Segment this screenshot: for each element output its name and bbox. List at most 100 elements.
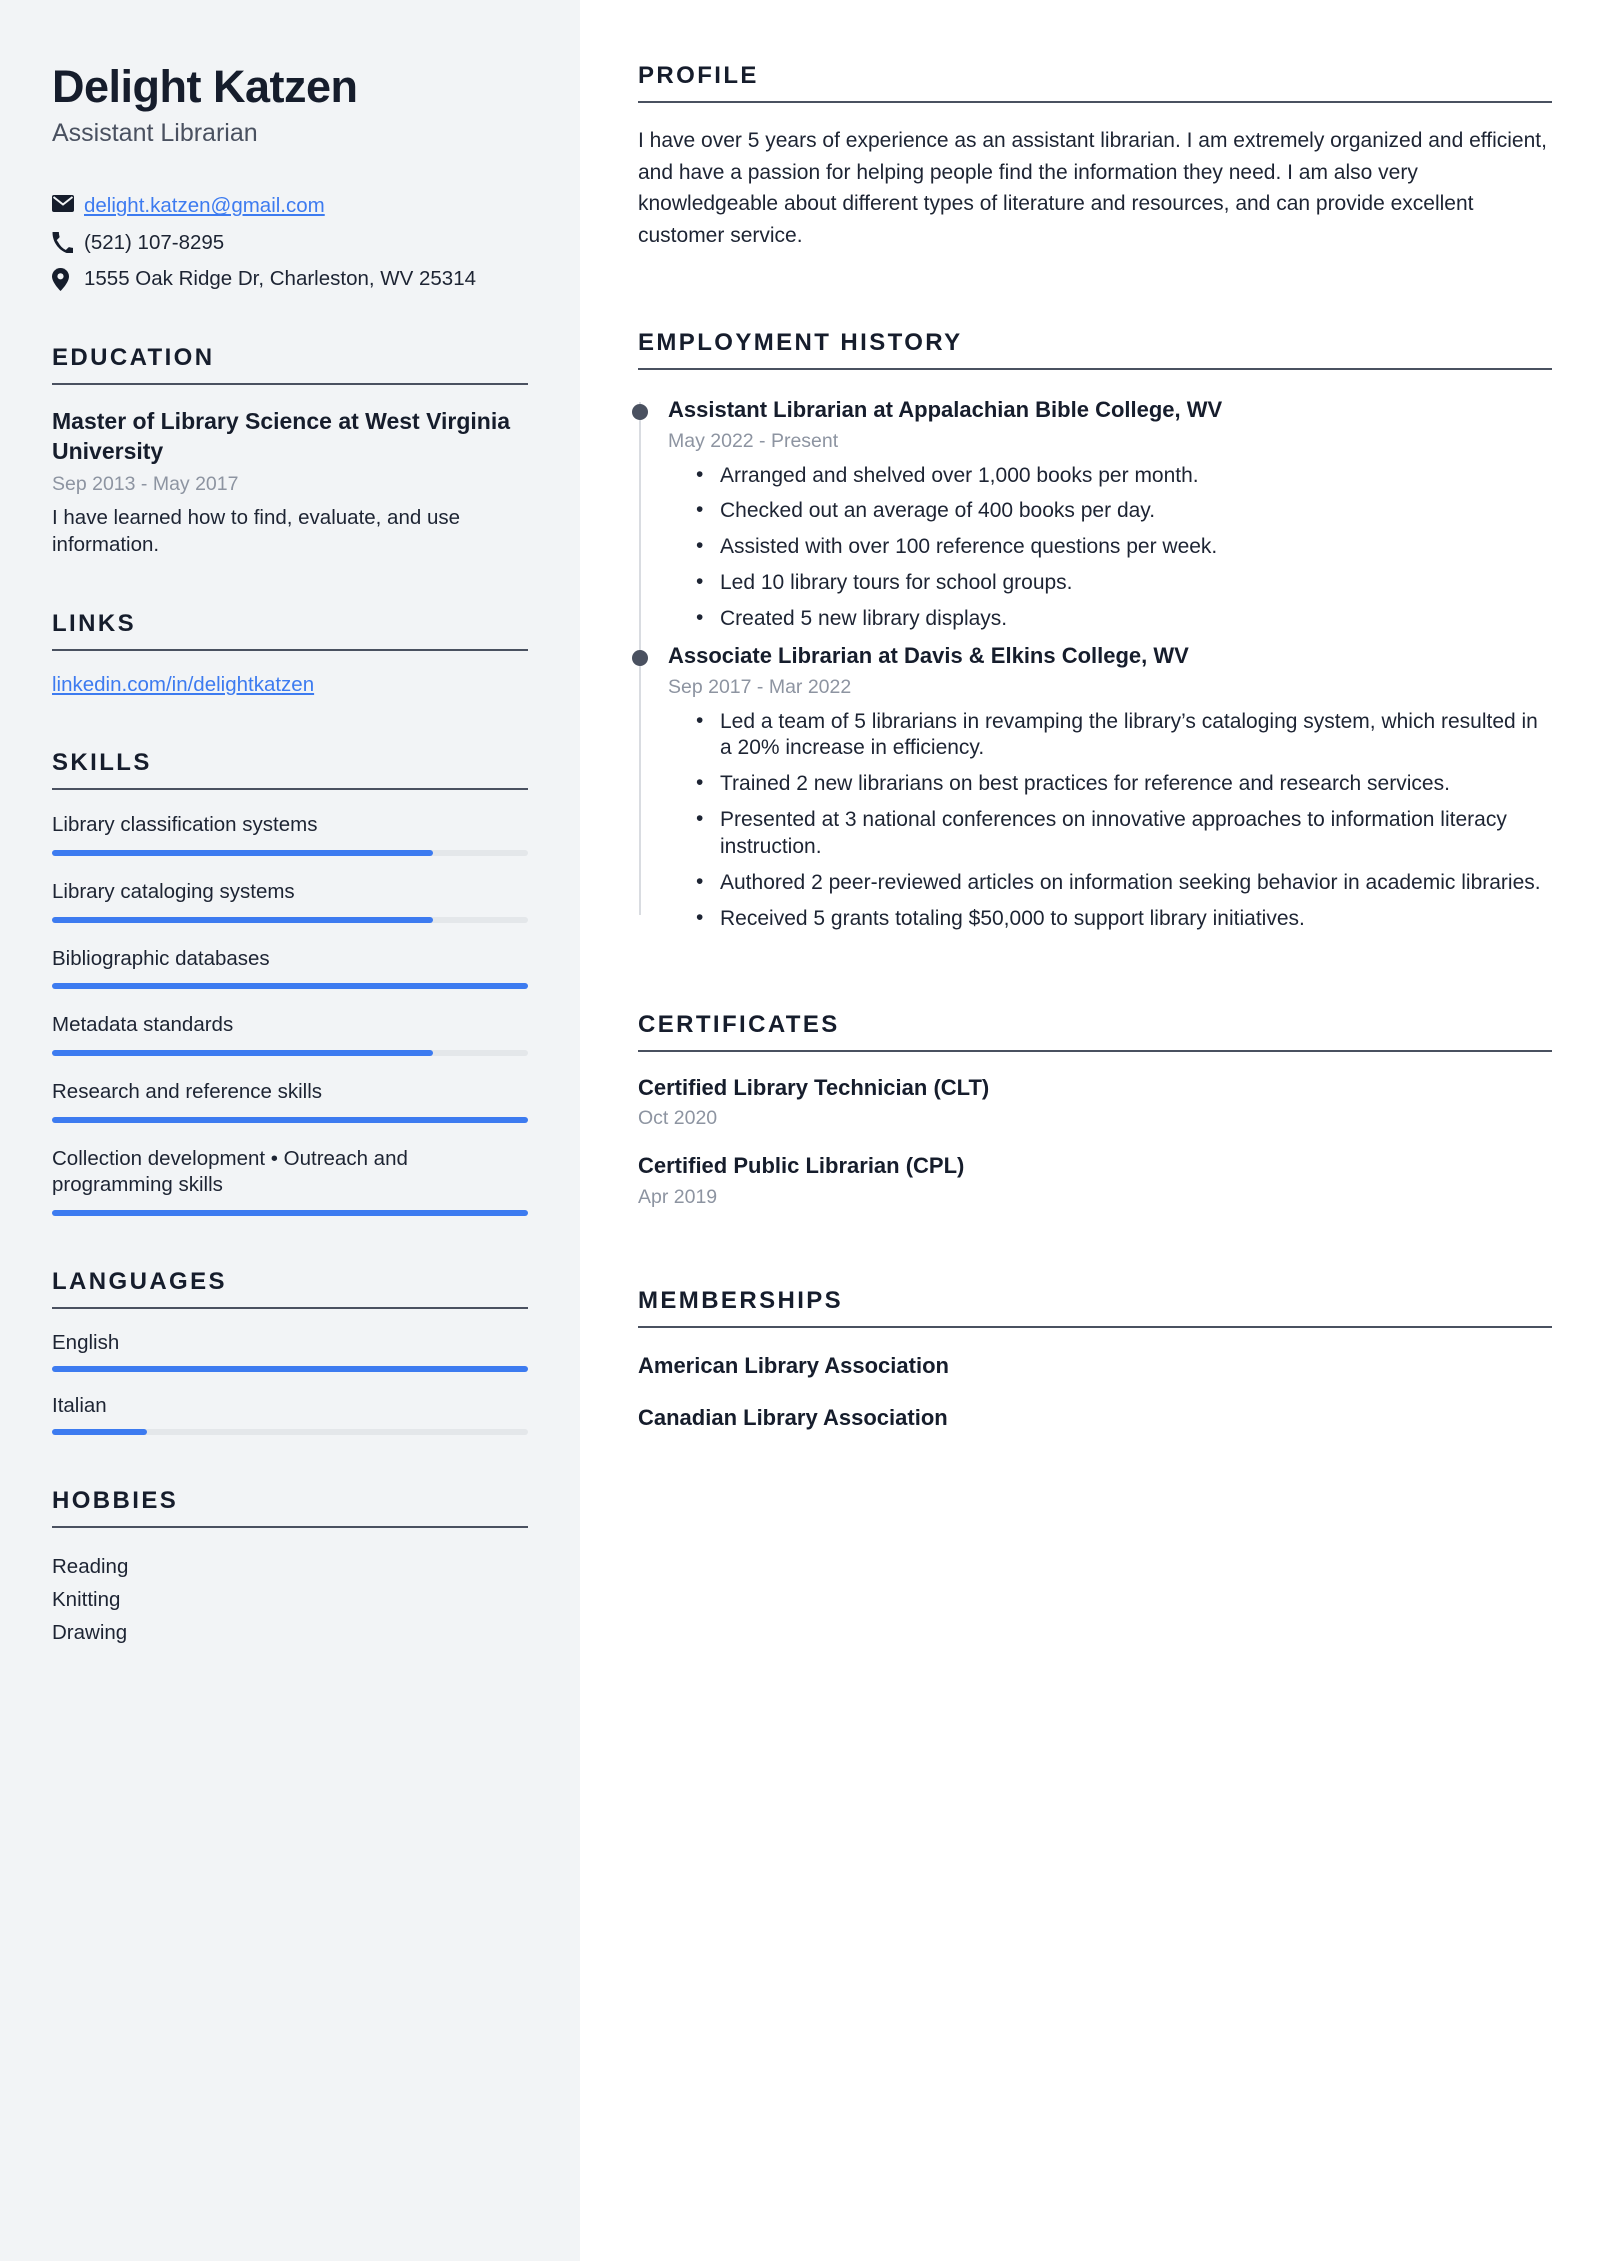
language-label: English	[52, 1330, 120, 1354]
skill-level-track	[52, 850, 528, 857]
links-section: LINKS linkedin.com/in/delightkatzen	[52, 610, 528, 697]
education-item: Master of Library Science at West Virgin…	[52, 407, 528, 558]
languages-divider	[52, 1306, 528, 1309]
skill-level-fill	[52, 1209, 528, 1216]
membership-item: Canadian Library Association	[638, 1405, 948, 1431]
employment-bullet: Assisted with over 100 reference questio…	[696, 533, 1552, 561]
skill-level-fill	[52, 983, 528, 990]
email-link[interactable]: delight.katzen@gmail.com	[84, 194, 325, 217]
memberships-heading: MEMBERSHIPS	[638, 1286, 844, 1314]
skill-label: Research and reference skills	[52, 1079, 323, 1103]
contact-email-row: delight.katzen@gmail.com	[52, 192, 528, 219]
skill-label: Bibliographic databases	[52, 946, 270, 970]
education-divider	[52, 383, 528, 386]
certificate-item: Certified Public Librarian (CPL) Apr 201…	[638, 1152, 1552, 1209]
skill-label: Library classification systems	[52, 813, 318, 837]
candidate-job-title: Assistant Librarian	[52, 119, 258, 148]
contact-address-value: 1555 Oak Ridge Dr, Charleston, WV 25314	[84, 266, 476, 290]
profile-text: I have over 5 years of experience as an …	[638, 129, 1547, 247]
skill-level-track	[52, 1049, 528, 1056]
skill-item: Collection development • Outreach and pr…	[52, 1146, 528, 1216]
certificates-section: CERTIFICATES Certified Library Technicia…	[638, 1011, 1552, 1209]
certificates-heading: CERTIFICATES	[638, 1010, 840, 1038]
language-level-fill	[52, 1428, 148, 1435]
membership-item: American Library Association	[638, 1352, 949, 1378]
employment-bullet: Authored 2 peer-reviewed articles on inf…	[696, 869, 1552, 897]
language-item: Italian	[52, 1394, 528, 1435]
language-level-fill	[52, 1365, 528, 1372]
employment-bullet: Received 5 grants totaling $50,000 to su…	[696, 905, 1552, 933]
link-item-linkedin[interactable]: linkedin.com/in/delightkatzen	[52, 673, 314, 697]
education-date: Sep 2013 - May 2017	[52, 472, 239, 495]
education-description: I have learned how to find, evaluate, an…	[52, 505, 461, 557]
links-heading: LINKS	[52, 610, 136, 638]
hobby-item: Drawing	[52, 1621, 128, 1645]
profile-divider	[638, 101, 1552, 103]
skill-item: Library cataloging systems	[52, 879, 528, 923]
skills-divider	[52, 788, 528, 791]
employment-heading: EMPLOYMENT HISTORY	[638, 329, 963, 356]
language-item: English	[52, 1331, 528, 1372]
main-column: PROFILE I have over 5 years of experienc…	[580, 0, 1600, 2261]
skill-level-fill	[52, 916, 433, 923]
skill-label: Collection development • Outreach and pr…	[52, 1146, 408, 1197]
envelope-icon	[52, 192, 84, 213]
employment-bullet: Arranged and shelved over 1,000 books pe…	[696, 462, 1552, 490]
map-pin-icon	[52, 265, 84, 291]
language-label: Italian	[52, 1393, 107, 1417]
skill-label: Metadata standards	[52, 1013, 234, 1037]
employment-bullet: Led 10 library tours for school groups.	[696, 569, 1552, 597]
contact-address-row: 1555 Oak Ridge Dr, Charleston, WV 25314	[52, 265, 528, 292]
employment-bullet: Trained 2 new librarians on best practic…	[696, 770, 1552, 798]
skill-level-fill	[52, 1116, 528, 1123]
employment-bullet: Led a team of 5 librarians in revamping …	[696, 708, 1552, 763]
skill-item: Metadata standards	[52, 1012, 528, 1056]
contact-email-value: delight.katzen@gmail.com	[84, 192, 528, 219]
skills-heading: SKILLS	[52, 749, 152, 777]
skill-level-track	[52, 1116, 528, 1123]
skill-level-track	[52, 916, 528, 923]
languages-section: LANGUAGES English Italian	[52, 1268, 528, 1435]
employment-bullet-list: Arranged and shelved over 1,000 books pe…	[668, 462, 1552, 633]
certificate-date: Oct 2020	[638, 1107, 718, 1130]
certificate-title: Certified Library Technician (CLT)	[638, 1074, 990, 1100]
contact-block: delight.katzen@gmail.com (521) 107-8295 …	[52, 192, 528, 292]
timeline-dot-icon	[632, 649, 648, 666]
employment-bullet-list: Led a team of 5 librarians in revamping …	[668, 708, 1552, 933]
language-level-track	[52, 1428, 528, 1435]
education-heading: EDUCATION	[52, 344, 215, 372]
contact-phone-row: (521) 107-8295	[52, 229, 528, 256]
certificate-date: Apr 2019	[638, 1185, 718, 1208]
employment-bullet: Created 5 new library displays.	[696, 605, 1552, 633]
skill-item: Research and reference skills	[52, 1079, 528, 1123]
phone-icon	[52, 229, 84, 253]
certificates-divider	[638, 1049, 1552, 1052]
candidate-name: Delight Katzen	[52, 61, 358, 112]
links-divider	[52, 649, 528, 652]
employment-bullet: Presented at 3 national conferences on i…	[696, 806, 1552, 861]
skill-level-fill	[52, 1049, 433, 1056]
employment-title: Assistant Librarian at Appalachian Bible…	[668, 397, 1223, 422]
contact-phone-value: (521) 107-8295	[84, 230, 225, 254]
employment-section: EMPLOYMENT HISTORY Assistant Librarian a…	[632, 329, 1552, 933]
hobbies-section: HOBBIES Reading Knitting Drawing	[52, 1487, 528, 1650]
profile-section: PROFILE I have over 5 years of experienc…	[638, 62, 1552, 251]
memberships-divider	[638, 1325, 1552, 1328]
timeline-dot-icon	[632, 404, 648, 420]
employment-divider	[638, 368, 1552, 370]
employment-timeline: Assistant Librarian at Appalachian Bible…	[632, 396, 1552, 933]
resume-page: Delight Katzen Assistant Librarian delig…	[0, 0, 1600, 2261]
skill-label: Library cataloging systems	[52, 880, 295, 904]
skill-item: Bibliographic databases	[52, 946, 528, 990]
certificate-item: Certified Library Technician (CLT) Oct 2…	[638, 1074, 1552, 1131]
certificate-title: Certified Public Librarian (CPL)	[638, 1153, 965, 1179]
memberships-section: MEMBERSHIPS American Library Association…	[638, 1287, 1552, 1433]
profile-heading: PROFILE	[638, 62, 759, 89]
skill-level-track	[52, 983, 528, 990]
language-level-track	[52, 1365, 528, 1372]
hobby-item: Knitting	[52, 1588, 121, 1612]
hobbies-divider	[52, 1525, 528, 1528]
employment-date: May 2022 - Present	[668, 429, 839, 452]
